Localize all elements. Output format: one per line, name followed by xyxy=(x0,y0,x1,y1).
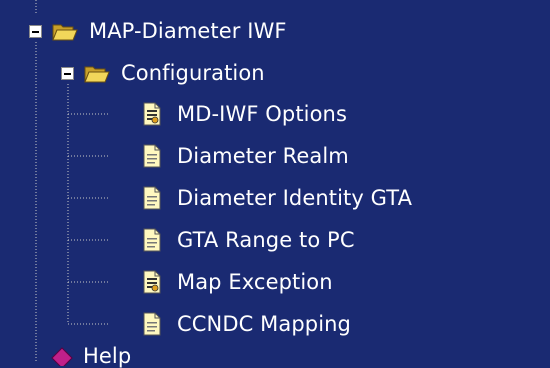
document-icon xyxy=(143,228,161,252)
tree-item-label: GTA Range to PC xyxy=(177,228,355,252)
tree-node-help[interactable]: Help xyxy=(50,344,134,368)
navigation-tree: MAP-Diameter IWF Configuration MD-IWF Op… xyxy=(0,0,550,368)
tree-item-label: Diameter Realm xyxy=(177,144,349,168)
config-document-icon xyxy=(143,270,161,294)
tree-node-configuration[interactable]: Configuration xyxy=(61,56,268,90)
config-document-icon xyxy=(143,102,161,126)
document-icon xyxy=(143,144,161,168)
tree-node-label: MAP-Diameter IWF xyxy=(89,19,287,43)
document-icon xyxy=(143,312,161,336)
tree-item-diameter-identity-gta[interactable]: Diameter Identity GTA xyxy=(142,181,415,215)
document-icon xyxy=(143,186,161,210)
tree-item-ccndc-mapping[interactable]: CCNDC Mapping xyxy=(142,307,354,341)
tree-item-md-iwf-options[interactable]: MD-IWF Options xyxy=(142,97,350,131)
tree-node-label: Configuration xyxy=(121,61,265,85)
open-folder-icon xyxy=(84,66,110,83)
collapse-toggle[interactable] xyxy=(61,66,74,80)
tree-item-label: Map Exception xyxy=(177,270,333,294)
help-icon xyxy=(51,347,73,366)
tree-node-label: Help xyxy=(83,344,132,368)
tree-item-label: CCNDC Mapping xyxy=(177,312,351,336)
tree-item-diameter-realm[interactable]: Diameter Realm xyxy=(142,139,352,173)
collapse-toggle[interactable] xyxy=(29,24,42,38)
tree-item-label: MD-IWF Options xyxy=(177,102,348,126)
tree-item-gta-range-to-pc[interactable]: GTA Range to PC xyxy=(142,223,358,257)
open-folder-icon xyxy=(52,24,78,41)
tree-item-map-exception[interactable]: Map Exception xyxy=(142,265,336,299)
tree-item-label: Diameter Identity GTA xyxy=(177,186,413,210)
tree-node-map-diameter-iwf[interactable]: MAP-Diameter IWF xyxy=(29,14,290,48)
